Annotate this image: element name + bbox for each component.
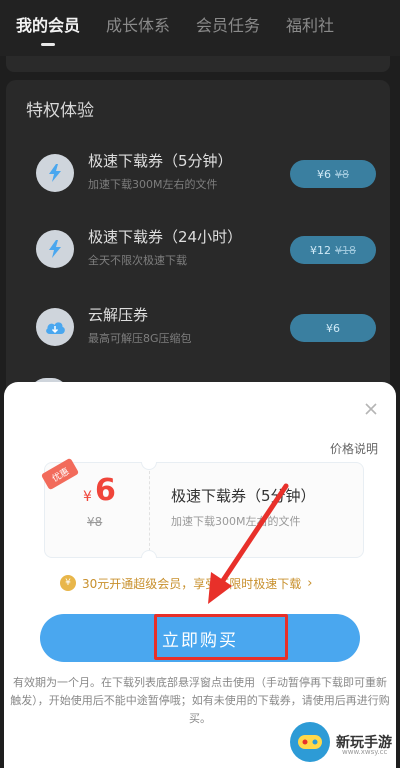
ticket-desc: 加速下载300M左右的文件 (171, 515, 301, 528)
privilege-name: 极速下载券（5分钟） (88, 152, 233, 170)
tab-label: 福利社 (286, 16, 335, 35)
price-current: ¥6 (317, 167, 331, 181)
privilege-price-button[interactable]: ¥6 ¥8 (290, 160, 376, 188)
ticket-divider (149, 471, 150, 551)
tab-welfare[interactable]: 福利社 (286, 0, 334, 56)
close-icon[interactable] (362, 400, 380, 418)
price-old: ¥18 (335, 243, 356, 257)
top-tab-bar: 我的会员 成长体系 会员任务 福利社 (0, 0, 400, 56)
discount-badge: 优惠 (40, 457, 80, 491)
tab-label: 我的会员 (16, 16, 81, 35)
coupon-ticket: 优惠 ¥ 6 ¥8 极速下载券（5分钟） 加速下载300M左右的文件 (40, 457, 364, 559)
tab-label: 成长体系 (106, 16, 171, 35)
super-member-promo-link[interactable]: ¥ 30元开通超级会员，享受不限时极速下载 › (60, 572, 350, 594)
tab-label: 会员任务 (196, 16, 261, 35)
privileges-card: 特权体验 极速下载券（5分钟） 加速下载300M左右的文件 ¥6 ¥8 极速下载… (6, 80, 390, 410)
active-tab-indicator (41, 43, 55, 46)
price-current: ¥12 (310, 243, 331, 257)
chevron-right-icon: › (307, 575, 313, 591)
ticket-name: 极速下载券（5分钟） (171, 487, 316, 505)
ticket-price: 6 (95, 473, 116, 508)
privilege-desc: 加速下载300M左右的文件 (88, 178, 218, 191)
background-card-strip (6, 56, 390, 72)
logo-subtext: www.xwsy.cc (342, 748, 388, 756)
cloud-icon (36, 308, 74, 346)
gamepad-icon (290, 722, 330, 762)
privilege-item[interactable]: 极速下载券（5分钟） 加速下载300M左右的文件 ¥6 ¥8 (36, 148, 376, 208)
privilege-name: 极速下载券（24小时） (88, 228, 243, 246)
privilege-price-button[interactable]: ¥6 (290, 314, 376, 342)
coin-icon: ¥ (60, 575, 76, 591)
buy-now-label: 立即购买 (162, 630, 238, 651)
site-logo: 新玩手游 www.xwsy.cc (290, 718, 400, 766)
purchase-bottom-sheet: 价格说明 优惠 ¥ 6 ¥8 极速下载券（5分钟） 加速下载300M左右的文件 … (4, 382, 396, 768)
tab-member-tasks[interactable]: 会员任务 (196, 0, 260, 56)
privilege-desc: 最高可解压8G压缩包 (88, 332, 192, 345)
privilege-desc: 全天不限次极速下载 (88, 254, 187, 267)
tab-my-membership[interactable]: 我的会员 (16, 0, 80, 56)
ticket-price-section: 优惠 ¥ 6 ¥8 (40, 457, 149, 559)
currency-symbol: ¥ (83, 489, 92, 505)
privilege-item[interactable]: 极速下载券（24小时） 全天不限次极速下载 ¥12 ¥18 (36, 224, 376, 284)
price-explanation-link[interactable]: 价格说明 (330, 440, 378, 457)
privileges-title: 特权体验 (26, 101, 94, 121)
price-current: ¥6 (326, 321, 340, 335)
privilege-item[interactable]: 云解压券 最高可解压8G压缩包 ¥6 (36, 302, 376, 362)
ticket-notch (141, 550, 157, 558)
ticket-old-price: ¥8 (87, 515, 103, 529)
privilege-price-button[interactable]: ¥12 ¥18 (290, 236, 376, 264)
lightning-icon (36, 230, 74, 268)
lightning-icon (36, 154, 74, 192)
buy-now-button[interactable]: 立即购买 (40, 614, 360, 662)
price-old: ¥8 (335, 167, 349, 181)
promo-text: 30元开通超级会员，享受不限时极速下载 (82, 576, 302, 591)
tab-growth-system[interactable]: 成长体系 (106, 0, 170, 56)
privilege-name: 云解压券 (88, 306, 149, 324)
